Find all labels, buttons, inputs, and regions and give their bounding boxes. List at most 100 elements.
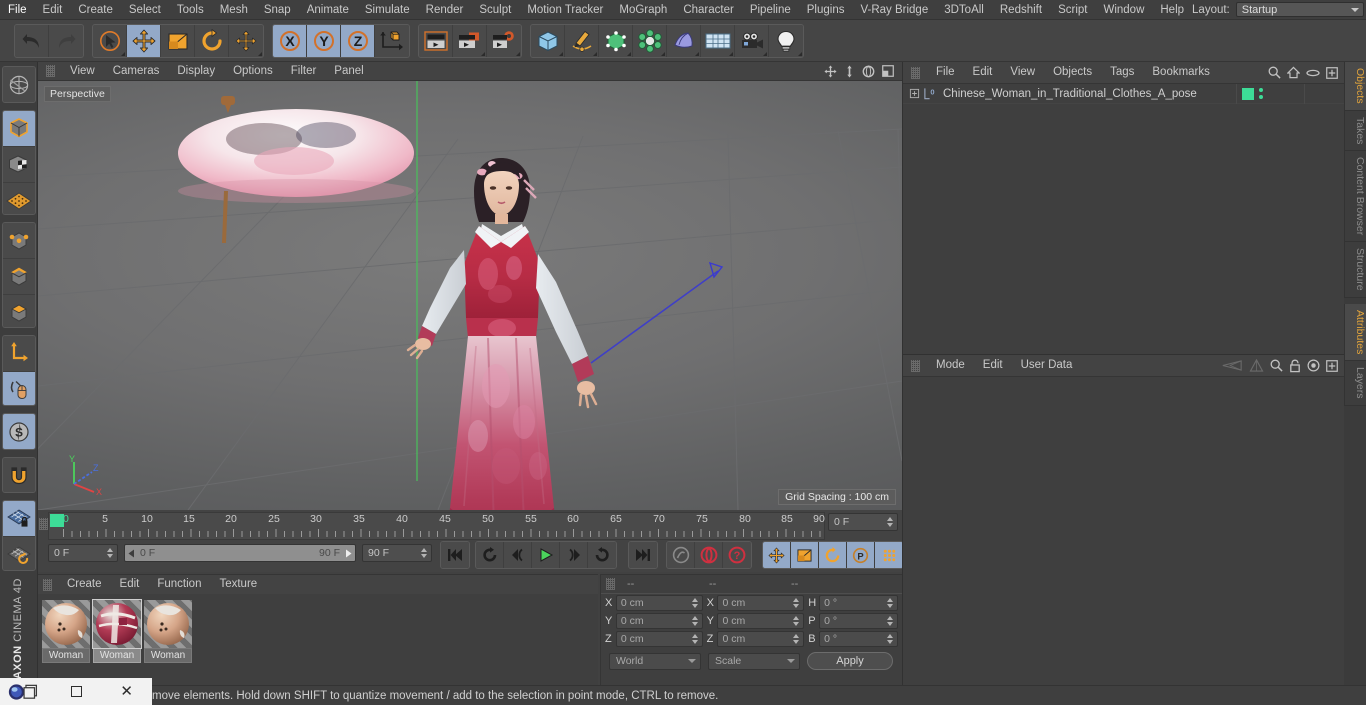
material-item[interactable]: Woman xyxy=(42,600,90,663)
deformers-button[interactable] xyxy=(633,24,667,57)
keyframe-selection-button[interactable]: ? xyxy=(723,542,751,568)
scale-key-button[interactable] xyxy=(791,542,819,568)
viewport-menu-cameras[interactable]: Cameras xyxy=(104,62,169,81)
material-menu-create[interactable]: Create xyxy=(58,574,111,595)
enable-axis-button[interactable] xyxy=(2,371,35,405)
pan-icon[interactable] xyxy=(824,64,837,78)
rotate-tool-button[interactable] xyxy=(195,24,229,57)
close-icon[interactable]: ✕ xyxy=(101,678,152,705)
size-z-field[interactable]: 0 cm xyxy=(717,631,805,647)
planar-workplane-button[interactable] xyxy=(2,537,35,571)
material-menu-edit[interactable]: Edit xyxy=(111,574,149,595)
range-right-arrow-icon[interactable] xyxy=(344,549,353,558)
object-axis-button[interactable] xyxy=(2,335,35,372)
edges-mode-button[interactable] xyxy=(2,259,35,296)
next-frame-button[interactable] xyxy=(560,542,588,568)
panel-gripper-icon[interactable] xyxy=(39,518,48,530)
tab-takes[interactable]: Takes xyxy=(1344,110,1366,152)
window-restore-icon[interactable] xyxy=(51,678,102,705)
range-left-arrow-icon[interactable] xyxy=(127,549,136,558)
orbit-icon[interactable] xyxy=(862,64,875,78)
tab-structure[interactable]: Structure xyxy=(1344,242,1366,298)
menu-item-animate[interactable]: Animate xyxy=(299,0,357,20)
axis-move-button[interactable] xyxy=(229,24,263,57)
menu-item-render[interactable]: Render xyxy=(418,0,472,20)
spinner-icon[interactable] xyxy=(421,548,428,558)
menu-item-window[interactable]: Window xyxy=(1095,0,1152,20)
visibility-dots-icon[interactable] xyxy=(1259,88,1263,99)
object-tree-row[interactable]: 0 Chinese_Woman_in_Traditional_Clothes_A… xyxy=(903,83,1344,104)
spinner-icon[interactable] xyxy=(691,634,699,644)
lock-icon[interactable] xyxy=(1289,359,1301,373)
menu-item-mesh[interactable]: Mesh xyxy=(212,0,256,20)
tab-attributes[interactable]: Attributes xyxy=(1344,303,1366,362)
viewport-menu-filter[interactable]: Filter xyxy=(282,62,326,81)
menu-item-plugins[interactable]: Plugins xyxy=(799,0,853,20)
object-menu-view[interactable]: View xyxy=(1001,62,1044,83)
spinner-icon[interactable] xyxy=(887,598,894,608)
current-frame-field[interactable]: 0 F xyxy=(48,544,118,562)
render-region-button[interactable] xyxy=(453,24,487,57)
panel-gripper-icon[interactable] xyxy=(911,359,920,372)
forward-icon[interactable] xyxy=(1249,359,1264,372)
layout-dropdown[interactable]: Startup xyxy=(1235,2,1364,17)
workplane-button[interactable] xyxy=(2,182,35,215)
lock-workplane-button[interactable] xyxy=(2,501,35,538)
tab-objects[interactable]: Objects xyxy=(1344,62,1366,111)
current-frame-right-box[interactable]: 0 F xyxy=(828,513,898,531)
layer-color-chip[interactable] xyxy=(1242,87,1254,100)
max-frame-box[interactable]: 90 F xyxy=(362,544,432,562)
scale-tool-button[interactable] xyxy=(161,24,195,57)
menu-item-script[interactable]: Script xyxy=(1050,0,1095,20)
position-y-field[interactable]: 0 cm xyxy=(615,613,703,629)
camera-button[interactable] xyxy=(735,24,769,57)
viewport-menu-display[interactable]: Display xyxy=(168,62,224,81)
position-key-button[interactable] xyxy=(763,542,791,568)
viewport-menu-options[interactable]: Options xyxy=(224,62,282,81)
menu-item-select[interactable]: Select xyxy=(121,0,169,20)
previous-key-button[interactable] xyxy=(476,542,504,568)
spinner-icon[interactable] xyxy=(107,548,114,558)
menu-item-pipeline[interactable]: Pipeline xyxy=(742,0,799,20)
viewport-menu-panel[interactable]: Panel xyxy=(325,62,372,81)
object-menu-tags[interactable]: Tags xyxy=(1101,62,1143,83)
back-icon[interactable] xyxy=(1221,359,1243,372)
tab-layers[interactable]: Layers xyxy=(1344,361,1366,406)
object-menu-file[interactable]: File xyxy=(927,62,964,83)
next-key-button[interactable] xyxy=(588,542,616,568)
spinner-icon[interactable] xyxy=(887,616,894,626)
spinner-icon[interactable] xyxy=(793,616,800,626)
tab-content-browser[interactable]: Content Browser xyxy=(1344,151,1366,243)
go-to-start-button[interactable] xyxy=(441,542,469,568)
live-selection-button[interactable] xyxy=(93,24,127,57)
ellipse-icon[interactable] xyxy=(1306,68,1320,78)
texture-mode-button[interactable] xyxy=(2,146,35,183)
spinner-icon[interactable] xyxy=(887,517,894,527)
light-button[interactable] xyxy=(769,24,803,57)
coordinate-mode-dropdown[interactable]: Scale xyxy=(708,652,800,670)
object-menu-edit[interactable]: Edit xyxy=(964,62,1002,83)
move-tool-button[interactable] xyxy=(127,24,161,57)
rotation-p-field[interactable]: 0 ° xyxy=(819,613,898,629)
redo-button[interactable] xyxy=(49,24,83,57)
material-preview[interactable] xyxy=(42,600,90,648)
target-icon[interactable] xyxy=(1307,359,1320,372)
perspective-viewport[interactable]: Perspective Grid Spacing : 100 cm Y X Z xyxy=(38,81,902,510)
play-button[interactable] xyxy=(532,542,560,568)
search-icon[interactable] xyxy=(1270,359,1283,372)
menu-item-help[interactable]: Help xyxy=(1152,0,1192,20)
timeline-playhead[interactable] xyxy=(50,514,64,527)
go-to-end-button[interactable] xyxy=(629,542,657,568)
object-tag-column[interactable] xyxy=(1236,83,1304,104)
magnet-button[interactable] xyxy=(2,457,35,493)
menu-item-motion-tracker[interactable]: Motion Tracker xyxy=(519,0,611,20)
preview-range-box[interactable]: 0 F 90 F xyxy=(124,544,356,562)
maximize-viewport-icon[interactable] xyxy=(882,65,894,77)
menu-item-create[interactable]: Create xyxy=(70,0,121,20)
rotation-b-field[interactable]: 0 ° xyxy=(819,631,898,647)
panel-gripper-icon[interactable] xyxy=(606,578,615,590)
material-preview[interactable] xyxy=(92,599,142,649)
size-x-field[interactable]: 0 cm xyxy=(717,595,805,611)
material-item[interactable]: Woman xyxy=(144,600,192,663)
object-name[interactable]: Chinese_Woman_in_Traditional_Clothes_A_p… xyxy=(943,88,1197,100)
